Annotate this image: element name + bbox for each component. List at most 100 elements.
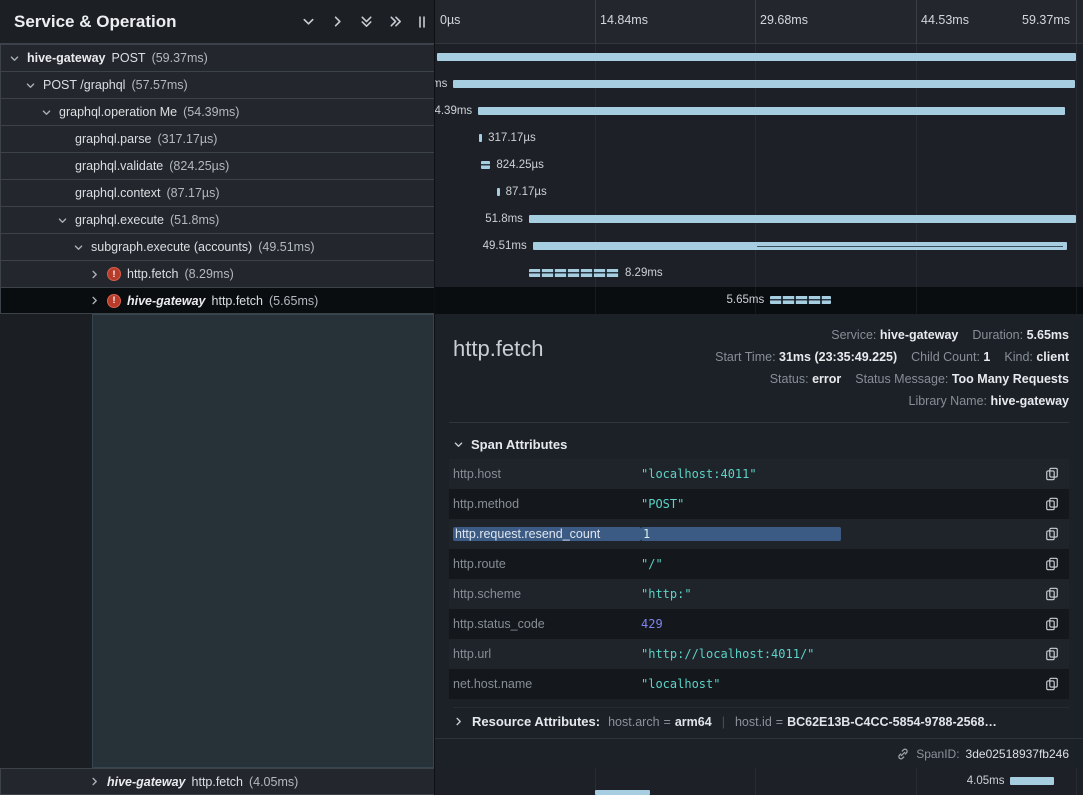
span-duration-label: 49.51ms <box>483 240 527 252</box>
timeline-lane[interactable]: 49.51ms <box>435 233 1083 260</box>
span-bar[interactable] <box>437 53 1076 61</box>
attr-key: http.host <box>453 467 641 481</box>
attr-row[interactable]: http.host"localhost:4011" <box>449 459 1069 489</box>
span-bar[interactable] <box>529 215 1076 223</box>
resource-attr-key: host.arch <box>608 715 659 729</box>
attr-row[interactable]: http.url"http://localhost:4011/" <box>449 639 1069 669</box>
expand-all-icon[interactable] <box>359 14 374 29</box>
trace-row[interactable]: POST /graphql(57.57ms)57.57ms <box>0 71 1083 98</box>
attr-row[interactable]: http.status_code429 <box>449 609 1069 639</box>
chevron-down-icon[interactable] <box>23 80 37 91</box>
partial-strip <box>435 790 1083 795</box>
copy-icon[interactable] <box>1045 647 1059 661</box>
timeline-lane[interactable]: 57.57ms <box>435 71 1083 98</box>
attr-row[interactable]: net.host.name"localhost" <box>449 669 1069 699</box>
timeline-lane[interactable]: 8.29ms <box>435 260 1083 287</box>
trace-row[interactable]: graphql.execute(51.8ms)51.8ms <box>0 206 1083 233</box>
span-tree-cell[interactable]: graphql.validate(824.25µs) <box>0 152 435 179</box>
link-icon[interactable] <box>896 747 910 761</box>
timeline-lane[interactable]: 51.8ms <box>435 206 1083 233</box>
span-bar[interactable] <box>595 790 650 795</box>
span-duration-label: 8.29ms <box>625 267 663 279</box>
span-tree-cell[interactable]: graphql.parse(317.17µs) <box>0 125 435 152</box>
chevron-down-icon[interactable] <box>71 242 85 253</box>
chevron-down-icon[interactable] <box>7 53 21 64</box>
expanded-children-region[interactable] <box>92 314 434 768</box>
span-tree-cell[interactable]: POST /graphql(57.57ms) <box>0 71 435 98</box>
resource-attributes-row[interactable]: Resource Attributes: host.arch=arm64|hos… <box>453 707 1069 735</box>
attr-key: net.host.name <box>453 677 641 691</box>
copy-icon[interactable] <box>1045 587 1059 601</box>
span-bar[interactable] <box>770 296 831 304</box>
span-bar[interactable] <box>533 242 1068 250</box>
copy-icon[interactable] <box>1045 497 1059 511</box>
trace-row[interactable]: hive-gatewayPOST(59.37ms)59.37ms <box>0 44 1083 71</box>
span-duration: (59.37ms) <box>152 51 208 65</box>
trace-viewer: Service & Operation 0µs14.84ms29.68ms44.… <box>0 0 1083 795</box>
trace-row[interactable]: graphql.operation Me(54.39ms)54.39ms <box>0 98 1083 125</box>
span-bar[interactable] <box>1010 777 1054 785</box>
copy-icon[interactable] <box>1045 557 1059 571</box>
chevron-down-icon[interactable] <box>55 215 69 226</box>
span-bar[interactable] <box>529 269 619 277</box>
panel-resize-handle[interactable] <box>417 15 427 29</box>
spanid-value: 3de02518937fb246 <box>966 747 1069 761</box>
operation-name: graphql.context <box>75 186 160 200</box>
timeline-lane[interactable]: 87.17µs <box>435 179 1083 206</box>
attr-row[interactable]: http.method"POST" <box>449 489 1069 519</box>
span-tree-cell[interactable]: !http.fetch(8.29ms) <box>0 260 435 287</box>
span-tree-cell[interactable]: graphql.operation Me(54.39ms) <box>0 98 435 125</box>
span-bar[interactable] <box>481 161 490 169</box>
operation-name: http.fetch <box>192 775 243 789</box>
collapse-all-icon[interactable] <box>388 14 403 29</box>
span-tree-cell[interactable]: hive-gatewayPOST(59.37ms) <box>0 44 435 71</box>
ruler-tick-label: 59.37ms <box>1022 13 1070 27</box>
chevron-right-icon[interactable] <box>87 269 101 280</box>
span-tree-cell[interactable]: graphql.execute(51.8ms) <box>0 206 435 233</box>
spanid-label: SpanID: <box>916 747 959 761</box>
trace-row[interactable]: graphql.validate(824.25µs)824.25µs <box>0 152 1083 179</box>
timeline-lane[interactable]: 5.65ms <box>435 287 1083 314</box>
attr-row[interactable]: http.scheme"http:" <box>449 579 1069 609</box>
copy-icon[interactable] <box>1045 617 1059 631</box>
timeline-lane[interactable]: 59.37ms <box>435 44 1083 71</box>
ruler-tick-label: 44.53ms <box>921 13 969 27</box>
trace-row[interactable]: !hive-gatewayhttp.fetch(5.65ms)5.65ms <box>0 287 1083 314</box>
copy-icon[interactable] <box>1045 677 1059 691</box>
copy-icon[interactable] <box>1045 467 1059 481</box>
trace-row[interactable]: subgraph.execute (accounts)(49.51ms) 49.5… <box>0 233 1083 260</box>
panel-divider[interactable] <box>434 0 435 795</box>
trace-row[interactable]: graphql.context (87.17µs) 87.17µs <box>0 179 1083 206</box>
span-attributes-table: http.host"localhost:4011"http.method"POS… <box>449 459 1069 699</box>
span-attributes-header[interactable]: Span Attributes <box>453 429 1065 459</box>
trace-row[interactable]: graphql.parse(317.17µs)317.17µs <box>0 125 1083 152</box>
timeline-lane[interactable]: 54.39ms <box>435 98 1083 125</box>
span-tree-cell[interactable]: !hive-gatewayhttp.fetch(5.65ms) <box>0 287 435 314</box>
span-bar[interactable] <box>497 188 500 196</box>
operation-name: graphql.validate <box>75 159 163 173</box>
resource-attrs-items: host.arch=arm64|host.id=BC62E13B-C4CC-58… <box>608 715 997 729</box>
span-duration: (54.39ms) <box>183 105 239 119</box>
timeline-lane[interactable]: 317.17µs <box>435 125 1083 152</box>
span-duration: (87.17µs) <box>166 186 219 200</box>
section-label: Resource Attributes: <box>472 714 600 729</box>
chevron-right-icon[interactable] <box>87 776 101 787</box>
span-tree-cell[interactable]: hive-gatewayhttp.fetch(4.05ms) <box>0 768 435 795</box>
meta-line: Start Time: 31ms (23:35:49.225)Child Cou… <box>715 346 1069 368</box>
span-bar[interactable] <box>478 107 1065 115</box>
span-bar[interactable] <box>479 134 482 142</box>
chevron-right-icon[interactable] <box>330 14 345 29</box>
trace-row[interactable]: !http.fetch(8.29ms) 8.29ms <box>0 260 1083 287</box>
attr-key: http.request.resend_count <box>453 527 641 541</box>
span-tree-cell[interactable]: subgraph.execute (accounts)(49.51ms) <box>0 233 435 260</box>
timeline-lane[interactable]: 824.25µs <box>435 152 1083 179</box>
divider <box>449 422 1069 423</box>
attr-row[interactable]: http.route"/" <box>449 549 1069 579</box>
attr-row[interactable]: http.request.resend_count1 <box>449 519 1069 549</box>
span-tree-cell[interactable]: graphql.context (87.17µs) <box>0 179 435 206</box>
copy-icon[interactable] <box>1045 527 1059 541</box>
chevron-down-icon[interactable] <box>39 107 53 118</box>
chevron-down-icon[interactable] <box>301 14 316 29</box>
chevron-right-icon[interactable] <box>87 295 101 306</box>
span-bar[interactable] <box>453 80 1075 88</box>
